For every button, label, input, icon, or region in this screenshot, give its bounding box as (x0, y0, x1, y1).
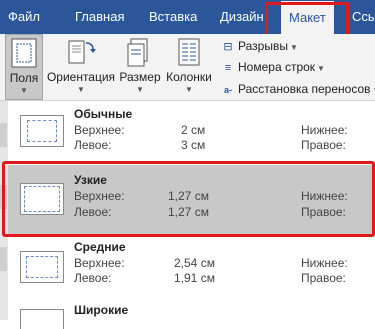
margin-option-name: Широкие (74, 303, 129, 317)
bottom-margin-label: Нижнее: (301, 256, 348, 270)
margin-option-normal[interactable]: Обычные Верхнее: 2 см Нижнее: Левое: 3 с… (8, 101, 375, 165)
orientation-icon (66, 37, 96, 70)
size-button[interactable]: Размер ▼ (119, 34, 161, 100)
top-margin-value: 2,54 см (174, 256, 215, 270)
columns-icon (177, 37, 201, 70)
top-margin-label: Верхнее: (74, 123, 125, 137)
margins-chevron-down-icon: ▼ (20, 86, 28, 95)
hyphenation-label: Расстановка переносов (238, 82, 371, 96)
tab-design[interactable]: Дизайн (220, 0, 264, 34)
margin-preview-icon (20, 251, 64, 283)
right-margin-label: Правое: (301, 271, 346, 285)
tab-file[interactable]: Файл (8, 0, 40, 34)
tab-home[interactable]: Главная (75, 0, 124, 34)
right-margin-label: Правое: (301, 138, 346, 152)
margin-preview-icon (20, 183, 64, 215)
orientation-button[interactable]: Ориентация ▼ (46, 34, 116, 100)
bottom-margin-label: Нижнее: (301, 189, 348, 203)
tab-references[interactable]: Ссы (352, 0, 375, 34)
line-numbers-label: Номера строк (238, 60, 316, 74)
orientation-label: Ориентация (46, 70, 116, 84)
gutter-marker (0, 123, 7, 147)
gutter-marker (0, 247, 7, 271)
columns-chevron-down-icon: ▼ (185, 85, 193, 94)
top-margin-value: 2 см (181, 123, 206, 137)
margins-label: Поля (9, 71, 39, 85)
margin-option-moderate[interactable]: Средние Верхнее: 2,54 см Нижнее: Левое: … (8, 237, 375, 301)
margin-option-narrow[interactable]: Узкие Верхнее: 1,27 см Нижнее: Левое: 1,… (8, 165, 375, 235)
line-numbers-chevron-down-icon: ▼ (317, 64, 325, 73)
size-chevron-down-icon: ▼ (136, 85, 144, 94)
columns-button[interactable]: Колонки ▼ (163, 34, 215, 100)
left-margin-value: 3 см (181, 138, 206, 152)
size-icon (126, 37, 154, 70)
breaks-button[interactable]: ⊟ Разрывы ▼ (220, 36, 298, 56)
tab-insert[interactable]: Вставка (149, 0, 197, 34)
gutter-marker (0, 185, 7, 209)
dropdown-gutter (0, 101, 8, 320)
size-label: Размер (119, 70, 161, 84)
breaks-icon: ⊟ (223, 41, 233, 53)
margins-button[interactable]: Поля ▼ (5, 34, 43, 100)
left-margin-label: Левое: (74, 205, 112, 219)
margin-preview-icon (20, 115, 64, 147)
margin-option-name: Обычные (74, 107, 133, 121)
line-numbers-icon: ≡ (224, 62, 232, 74)
margin-option-wide[interactable]: Широкие (8, 297, 375, 329)
tab-layout[interactable]: Макет (281, 1, 334, 34)
breaks-chevron-down-icon: ▼ (289, 43, 298, 52)
margin-option-name: Средние (74, 240, 126, 254)
hyphenation-button[interactable]: a-Расстановка переносов▼ (220, 79, 375, 99)
top-margin-label: Верхнее: (74, 189, 125, 203)
margins-icon (11, 38, 37, 71)
left-margin-value: 1,91 см (174, 271, 215, 285)
hyphenation-icon: a- (223, 85, 232, 95)
margins-dropdown: Обычные Верхнее: 2 см Нижнее: Левое: 3 с… (0, 101, 375, 329)
margin-option-name: Узкие (74, 173, 107, 187)
left-margin-label: Левое: (74, 138, 112, 152)
top-margin-label: Верхнее: (74, 256, 125, 270)
right-margin-label: Правое: (301, 205, 346, 219)
margin-preview-icon (20, 309, 64, 329)
breaks-label: Разрывы (238, 39, 288, 53)
bottom-margin-label: Нижнее: (301, 123, 348, 137)
ribbon-tab-bar: Файл Главная Вставка Дизайн Макет Ссы (0, 0, 375, 34)
line-numbers-button[interactable]: ≡ Номера строк ▼ (220, 57, 325, 77)
ribbon-layout-panel: Поля ▼ Ориентация ▼ Размер ▼ Колонки ▼ ⊟… (0, 34, 375, 101)
top-margin-value: 1,27 см (168, 189, 209, 203)
left-margin-label: Левое: (74, 271, 112, 285)
columns-label: Колонки (166, 70, 212, 84)
left-margin-value: 1,27 см (168, 205, 209, 219)
orientation-chevron-down-icon: ▼ (77, 85, 85, 94)
